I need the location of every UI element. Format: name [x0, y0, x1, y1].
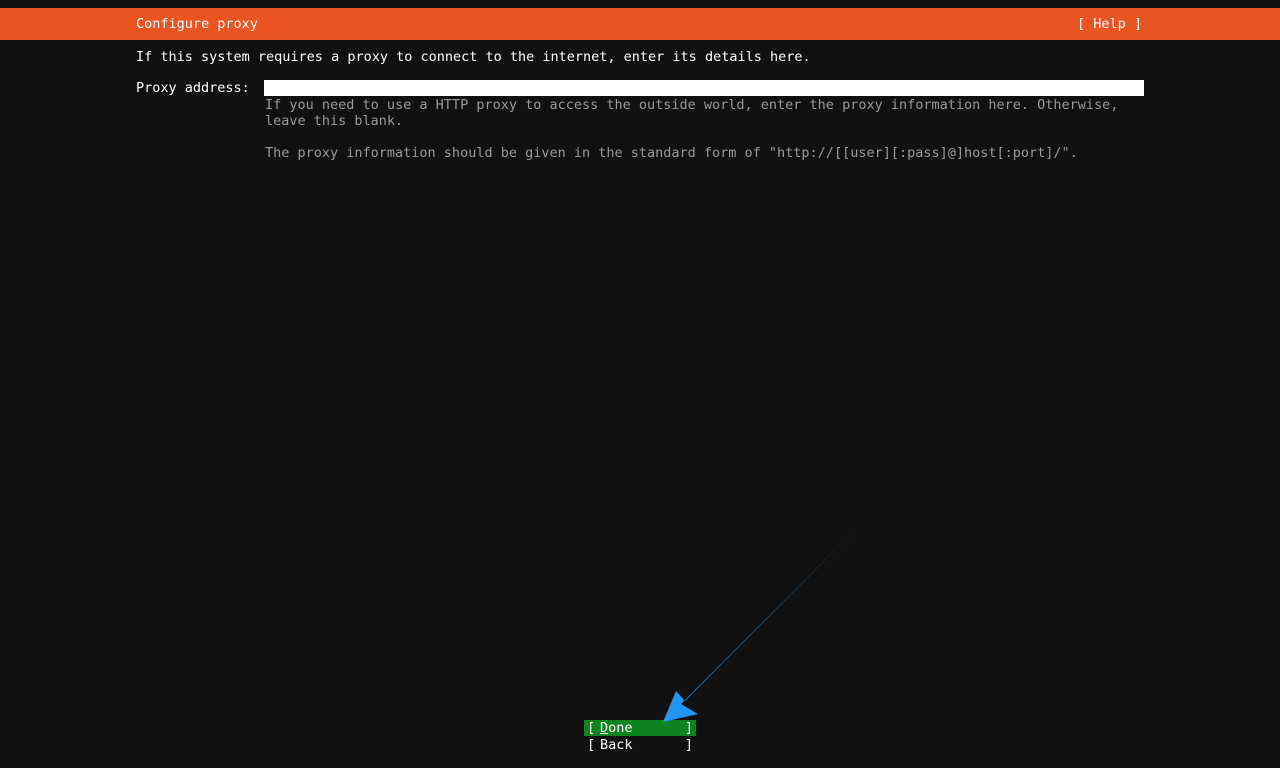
back-label: Back [600, 737, 633, 753]
proxy-address-label: Proxy address: [136, 80, 250, 96]
done-bracket-left: [ [587, 720, 596, 736]
done-label-rest: one [608, 720, 633, 736]
back-bracket-right: ] [684, 737, 693, 753]
back-bracket-left: [ [587, 737, 596, 753]
help-button[interactable]: [ Help ] [1077, 8, 1142, 40]
done-button[interactable]: [ Done ] [584, 720, 696, 736]
arrow-shape [663, 530, 855, 722]
done-label-mnemonic: D [600, 720, 609, 736]
page-title: Configure proxy [136, 16, 258, 32]
done-label: Done [600, 720, 633, 736]
proxy-address-input[interactable] [264, 80, 1144, 96]
intro-text: If this system requires a proxy to conne… [136, 49, 811, 65]
proxy-format-text: The proxy information should be given in… [265, 145, 1078, 161]
proxy-help-text: If you need to use a HTTP proxy to acces… [265, 97, 1119, 129]
back-button[interactable]: [ Back ] [584, 737, 696, 753]
done-bracket-right: ] [684, 720, 693, 736]
